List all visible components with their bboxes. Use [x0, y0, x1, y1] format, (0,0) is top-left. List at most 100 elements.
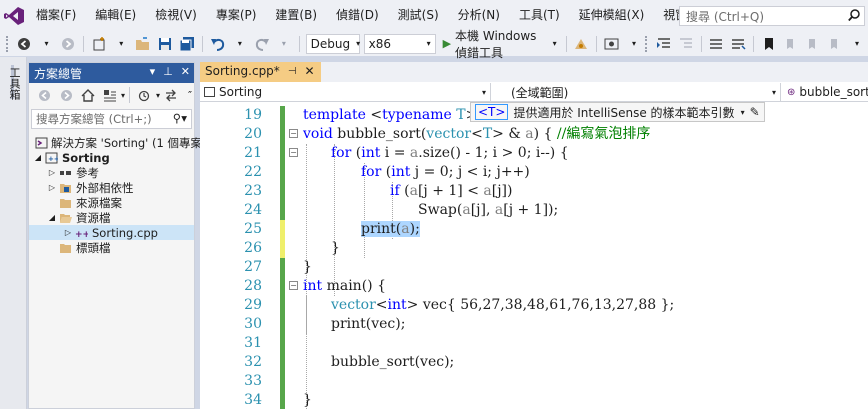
line-number: 26 — [244, 240, 262, 256]
uncomment-lines-icon[interactable] — [729, 33, 747, 55]
code-line[interactable]: 31 — [200, 334, 868, 353]
chevron-down-icon: ▾ — [426, 39, 431, 48]
menu-build[interactable]: 建置(B) — [266, 0, 327, 31]
back-icon[interactable] — [35, 84, 53, 106]
screenshot-icon[interactable] — [603, 33, 621, 55]
menu-extensions[interactable]: 延伸模組(X) — [570, 0, 655, 31]
cpp-project-icon: ++ — [43, 152, 59, 164]
toolbar-grip[interactable] — [6, 35, 9, 52]
navigate-back-icon[interactable] — [15, 33, 33, 55]
menu-file[interactable]: 檔案(F) — [28, 0, 86, 31]
overflow-icon[interactable]: ″ — [188, 89, 192, 102]
collapse-icon[interactable]: − — [289, 148, 298, 157]
code-line[interactable]: 32 bubble_sort(vec); — [200, 353, 868, 372]
home-icon[interactable] — [79, 84, 97, 106]
code-area[interactable]: 19 template <typename T> 20 − void bubbl… — [200, 103, 868, 409]
member-dropdown-value: bubble_sort<T — [799, 85, 868, 99]
navigate-forward-icon[interactable] — [59, 33, 77, 55]
solution-explorer-titlebar[interactable]: 方案總管 ▾ ⊥ ✕ — [29, 63, 194, 83]
tree-item-header-files[interactable]: 標頭檔 — [29, 240, 194, 255]
toolbox-tab[interactable]: 工具箱 — [6, 67, 21, 100]
previous-bookmark-icon[interactable] — [782, 33, 800, 55]
menu-edit[interactable]: 編輯(E) — [86, 0, 146, 31]
save-all-icon[interactable] — [178, 33, 196, 55]
dropdown-arrow-icon[interactable]: ▾ — [156, 91, 160, 100]
expanded-arrow-icon[interactable]: ◢ — [33, 153, 43, 162]
code-line[interactable]: 33 — [200, 372, 868, 391]
attach-process-icon[interactable] — [572, 33, 590, 55]
dropdown-arrow-icon[interactable]: ▾ — [625, 33, 643, 55]
tree-item-resource-files[interactable]: ◢ 資源檔 — [29, 210, 194, 225]
dropdown-arrow-icon[interactable]: ▾ — [37, 33, 55, 55]
comment-lines-icon[interactable] — [707, 33, 725, 55]
undo-icon[interactable] — [209, 33, 227, 55]
quick-launch-search-input[interactable]: 搜尋 (Ctrl+Q) — [679, 6, 865, 26]
pending-changes-filter-icon[interactable] — [136, 84, 154, 106]
start-debugging-button[interactable]: ▶ 本機 Windows 偵錯工具 ▾ — [440, 29, 560, 60]
pin-tab-icon[interactable]: ⊣ — [288, 66, 297, 77]
pin-icon[interactable]: ⊥ — [163, 65, 173, 78]
indent-icon[interactable] — [655, 33, 673, 55]
code-line[interactable]: 30 print(vec); — [200, 315, 868, 334]
bookmark-icon[interactable] — [760, 33, 778, 55]
toolbar-grip[interactable] — [645, 35, 648, 52]
tree-item-solution[interactable]: 解決方案 'Sorting' (1 個專案， — [29, 135, 213, 150]
code-line[interactable]: 23 if (a[j + 1] < a[j]) — [200, 182, 868, 201]
scope-dropdown[interactable]: (全域範圍) ▾ — [491, 83, 781, 101]
sync-with-document-icon[interactable] — [162, 84, 180, 106]
save-icon[interactable] — [156, 33, 174, 55]
visual-studio-logo-icon[interactable] — [0, 0, 28, 31]
code-line[interactable]: 34 } — [200, 391, 868, 409]
code-line[interactable]: 20 − void bubble_sort(vector<T> & a) { /… — [200, 125, 868, 144]
code-line[interactable]: 25 print(a); — [200, 220, 868, 239]
close-tab-icon[interactable]: ✕ — [305, 64, 315, 78]
next-bookmark-icon[interactable] — [804, 33, 822, 55]
menu-project[interactable]: 專案(P) — [207, 0, 267, 31]
member-dropdown[interactable]: ⊛ bubble_sort<T — [783, 83, 868, 101]
tree-item-external-dependencies[interactable]: ▷ 外部相依性 — [29, 180, 194, 195]
code-line[interactable]: 24 Swap(a[j], a[j + 1]); — [200, 201, 868, 220]
forward-icon[interactable] — [57, 84, 75, 106]
code-line[interactable]: 26 } — [200, 239, 868, 258]
code-line[interactable]: 28 − int main() { — [200, 277, 868, 296]
template-intellisense-bar[interactable]: <T> 提供適用於 IntelliSense 的樣本範本引數 ▾ ✎ — [470, 102, 765, 122]
collapsed-arrow-icon[interactable]: ▷ — [47, 183, 57, 192]
collapse-icon[interactable]: − — [289, 281, 298, 290]
outdent-icon[interactable] — [677, 33, 695, 55]
code-line[interactable]: 27 } — [200, 258, 868, 277]
expanded-arrow-icon[interactable]: ◢ — [47, 213, 57, 222]
solution-platform-select[interactable]: x86 ▾ — [363, 33, 436, 54]
toolbar-overflow-icon[interactable]: ▾ — [848, 33, 866, 55]
window-position-dropdown-icon[interactable]: ▾ — [150, 65, 156, 78]
chevron-down-icon[interactable]: ▾ — [741, 108, 745, 117]
menu-view[interactable]: 檢視(V) — [146, 0, 207, 31]
dropdown-arrow-icon[interactable]: ▾ — [121, 91, 125, 100]
dropdown-arrow-icon[interactable]: ▾ — [231, 33, 249, 55]
solution-explorer-search-input[interactable]: 搜尋方案總管 (Ctrl+;) ⚲▾ — [31, 109, 192, 129]
code-line[interactable]: 29 vector<int> vec{ 56,27,38,48,61,76,13… — [200, 296, 868, 315]
switch-views-icon[interactable] — [101, 84, 119, 106]
code-line[interactable]: 21 − for (int i = a.size() - 1; i > 0; i… — [200, 144, 868, 163]
dropdown-arrow-icon[interactable]: ▾ — [112, 33, 130, 55]
edit-pencil-icon[interactable]: ✎ — [750, 105, 760, 119]
redo-icon[interactable] — [253, 33, 271, 55]
toolbar-separator — [298, 35, 300, 52]
collapse-icon[interactable]: − — [289, 129, 298, 138]
clear-bookmarks-icon[interactable] — [826, 33, 844, 55]
tab-sorting-cpp[interactable]: Sorting.cpp* ⊣ ✕ — [200, 62, 321, 82]
new-project-icon[interactable] — [90, 33, 108, 55]
menu-test[interactable]: 測試(S) — [389, 0, 449, 31]
collapsed-arrow-icon[interactable]: ▷ — [47, 168, 57, 177]
collapsed-arrow-icon[interactable]: ▷ — [63, 228, 73, 237]
dropdown-arrow-icon[interactable]: ▾ — [275, 33, 293, 55]
project-dropdown[interactable]: Sorting ▾ — [200, 83, 491, 101]
tree-item-sorting-cpp[interactable]: ▷ ++ Sorting.cpp — [29, 225, 194, 240]
open-folder-icon[interactable] — [134, 33, 152, 55]
menu-debug[interactable]: 偵錯(D) — [327, 0, 389, 31]
tree-item-source-files[interactable]: 來源檔案 — [29, 195, 194, 210]
tree-item-project[interactable]: ◢ ++ Sorting — [29, 150, 194, 165]
code-line[interactable]: 22 for (int j = 0; j < i; j++) — [200, 163, 868, 182]
tree-item-references[interactable]: ▷ 參考 — [29, 165, 194, 180]
solution-configuration-select[interactable]: Debug ▾ — [305, 33, 360, 54]
close-icon[interactable]: ✕ — [181, 65, 190, 78]
